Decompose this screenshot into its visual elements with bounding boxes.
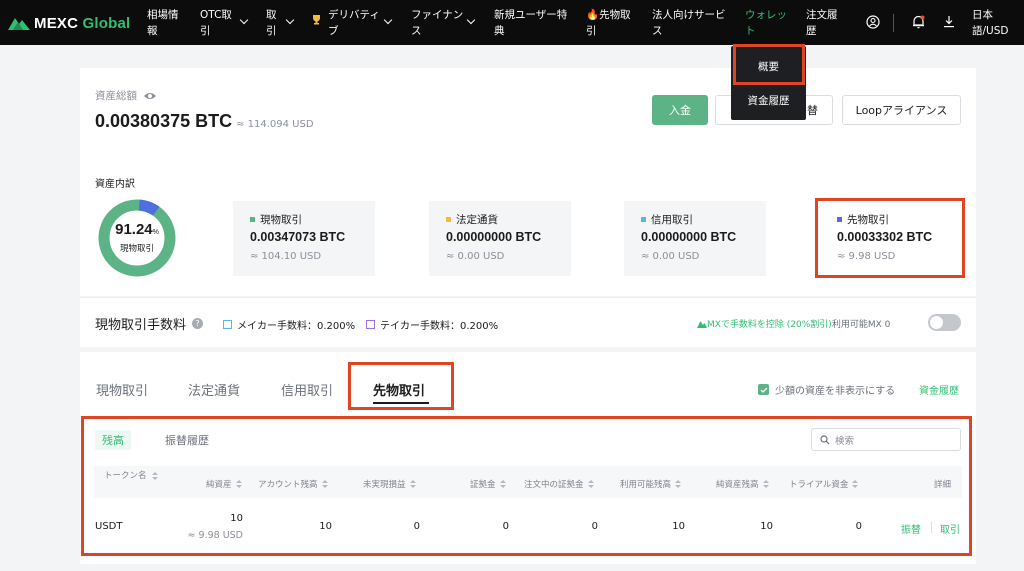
mx-deduct-toggle[interactable] — [928, 314, 961, 331]
trophy-icon — [313, 15, 320, 25]
total-assets-header: 資産総額 — [95, 88, 157, 103]
asset-label-spot: 現物取引 — [260, 214, 302, 226]
asset-btc-spot: 0.00347073 BTC — [250, 230, 346, 244]
highlight-futures-tab — [348, 362, 454, 410]
nav-futures[interactable]: 🔥先物取引 — [586, 7, 631, 39]
asset-btc-fiat: 0.00000000 BTC — [446, 230, 542, 244]
fees-title: 現物取引手数料 — [95, 318, 187, 333]
brand-name: MEXC Global — [34, 14, 131, 32]
donut-center: 91.24% 現物取引 — [98, 221, 176, 255]
total-assets-label: 資産総額 — [95, 90, 137, 102]
spot-dot — [250, 217, 255, 222]
mexc-mountain-icon — [8, 18, 30, 30]
funding-history-link[interactable]: 資金履歴 — [919, 382, 959, 397]
tab-fiat[interactable]: 法定通貨 — [188, 380, 240, 399]
asset-usd-spot: ≈ 104.10 USD — [250, 251, 322, 262]
chevron-down-icon — [285, 15, 295, 25]
deposit-button[interactable]: 入金 — [652, 95, 708, 125]
loop-alliance-button[interactable]: Loopアライアンス — [842, 95, 961, 125]
nav-trade[interactable]: 取引 — [266, 7, 277, 39]
total-usd: ≈ 114.094 USD — [236, 119, 314, 130]
highlight-futures-balance — [81, 416, 972, 556]
nav-wallet[interactable]: ウォレット — [745, 7, 787, 39]
taker-fee: テイカー手数料：0.200% — [366, 317, 498, 332]
mx-discount-text[interactable]: MXで手数料を控除 (20%割引) — [707, 317, 832, 330]
asset-label-margin: 信用取引 — [651, 214, 693, 226]
mx-discount: MXで手数料を控除 (20%割引) 利用可能MX 0 — [697, 317, 890, 330]
top-nav: MEXC Global 相場情報 OTC取引 取引 デリバティブ ファイナンス … — [0, 0, 1024, 45]
eye-icon[interactable] — [143, 91, 157, 101]
taker-fee-text: テイカー手数料：0.200% — [380, 321, 499, 332]
highlight-overview-menu — [733, 44, 805, 85]
asset-label-fiat: 法定通貨 — [456, 214, 498, 226]
asset-box-margin[interactable]: 信用取引 0.00000000 BTC ≈ 0.00 USD — [624, 201, 766, 276]
hide-small-label: 少額の資産を非表示にする — [775, 386, 896, 397]
hide-small-assets[interactable]: 少額の資産を非表示にする — [758, 382, 895, 397]
maker-fee-text: メイカー手数料：0.200% — [237, 321, 356, 332]
bell-icon[interactable] — [912, 15, 925, 29]
asset-box-spot[interactable]: 現物取引 0.00347073 BTC ≈ 104.10 USD — [233, 201, 375, 276]
highlight-futures-asset — [815, 198, 965, 278]
margin-dot — [641, 217, 646, 222]
total-assets-value: 0.00380375 BTC ≈ 114.094 USD — [95, 111, 314, 132]
nav-new-user[interactable]: 新規ユーザー特典 — [494, 7, 567, 39]
fiat-dot — [446, 217, 451, 222]
mx-available: 利用可能MX 0 — [831, 320, 891, 330]
chevron-down-icon — [239, 15, 249, 25]
maker-fee: メイカー手数料：0.200% — [223, 317, 355, 332]
download-icon[interactable] — [943, 15, 955, 28]
menu-item-funding-history[interactable]: 資金履歴 — [731, 93, 806, 108]
nav-institutional[interactable]: 法人向けサービス — [652, 7, 726, 39]
toggle-knob — [930, 316, 943, 329]
nav-derivatives[interactable]: デリバティブ — [328, 7, 380, 39]
nav-orders[interactable]: 注文履歴 — [806, 7, 838, 39]
tab-spot[interactable]: 現物取引 — [96, 380, 148, 399]
maker-icon — [223, 320, 232, 329]
total-btc: 0.00380375 BTC — [95, 111, 233, 131]
asset-btc-margin: 0.00000000 BTC — [641, 230, 737, 244]
tab-margin[interactable]: 信用取引 — [281, 380, 333, 399]
chevron-down-icon — [383, 15, 393, 25]
transfer-label: 替 — [807, 104, 818, 117]
chevron-down-icon — [466, 15, 476, 25]
asset-usd-fiat: ≈ 0.00 USD — [446, 251, 505, 262]
breakdown-label: 資産内訳 — [95, 179, 135, 190]
donut-value: 91.24 — [115, 221, 153, 238]
mx-mountain-icon — [697, 320, 707, 328]
mexc-logo[interactable]: MEXC Global — [8, 12, 130, 34]
nav-market[interactable]: 相場情報 — [147, 7, 179, 39]
help-icon[interactable]: ? — [192, 318, 204, 329]
asset-usd-margin: ≈ 0.00 USD — [641, 251, 700, 262]
nav-divider — [893, 14, 894, 32]
language-currency-selector[interactable]: 日本 語/USD — [972, 7, 1008, 39]
asset-box-fiat[interactable]: 法定通貨 0.00000000 BTC ≈ 0.00 USD — [429, 201, 571, 276]
nav-finance[interactable]: ファイナンス — [411, 7, 463, 39]
donut-percent: % — [152, 229, 159, 236]
taker-icon — [366, 320, 375, 329]
donut-caption: 現物取引 — [119, 244, 154, 254]
user-icon[interactable] — [866, 15, 880, 29]
checkbox-checked-icon[interactable] — [758, 384, 769, 395]
nav-otc[interactable]: OTC取引 — [200, 7, 232, 39]
fees-title-row: 現物取引手数料 ? — [95, 314, 204, 333]
